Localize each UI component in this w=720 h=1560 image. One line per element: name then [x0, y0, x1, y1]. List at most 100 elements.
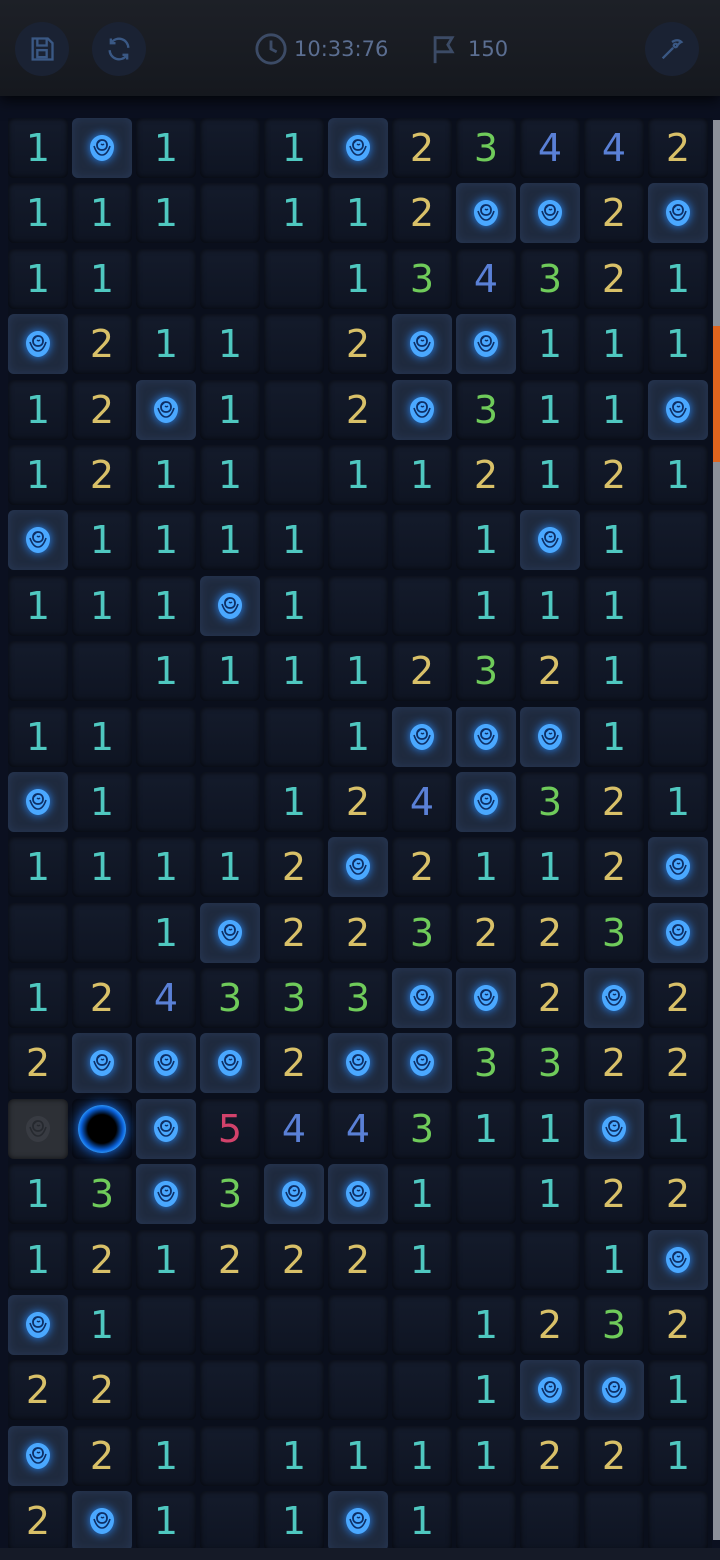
mine-cell[interactable] — [328, 1033, 388, 1094]
empty-cell[interactable] — [264, 379, 324, 440]
number-cell[interactable]: 1 — [136, 314, 196, 375]
number-cell[interactable]: 2 — [648, 118, 708, 178]
number-cell[interactable]: 2 — [456, 444, 516, 505]
number-cell[interactable]: 1 — [72, 510, 132, 571]
number-cell[interactable]: 1 — [584, 575, 644, 636]
number-cell[interactable]: 1 — [584, 379, 644, 440]
empty-cell[interactable] — [200, 1491, 260, 1552]
empty-cell[interactable] — [72, 641, 132, 702]
empty-cell[interactable] — [264, 1295, 324, 1356]
empty-cell[interactable] — [328, 575, 388, 636]
empty-cell[interactable] — [200, 1360, 260, 1421]
mine-cell[interactable] — [456, 771, 516, 832]
mine-cell[interactable] — [648, 1229, 708, 1290]
number-cell[interactable]: 1 — [72, 1295, 132, 1356]
number-cell[interactable]: 2 — [584, 248, 644, 309]
number-cell[interactable]: 4 — [328, 1098, 388, 1159]
number-cell[interactable]: 3 — [520, 771, 580, 832]
mine-cell[interactable] — [328, 1164, 388, 1225]
number-cell[interactable]: 1 — [200, 314, 260, 375]
number-cell[interactable]: 1 — [72, 706, 132, 767]
mine-cell[interactable] — [520, 183, 580, 244]
mine-cell[interactable] — [8, 1295, 68, 1356]
mine-cell[interactable] — [648, 902, 708, 963]
number-cell[interactable]: 2 — [648, 968, 708, 1029]
mine-cell[interactable] — [8, 1425, 68, 1486]
number-cell[interactable]: 1 — [584, 641, 644, 702]
mine-cell[interactable] — [72, 1491, 132, 1552]
number-cell[interactable]: 1 — [264, 118, 324, 178]
number-cell[interactable]: 1 — [648, 314, 708, 375]
number-cell[interactable]: 4 — [456, 248, 516, 309]
mine-cell[interactable] — [520, 1360, 580, 1421]
number-cell[interactable]: 1 — [648, 248, 708, 309]
number-cell[interactable]: 2 — [328, 314, 388, 375]
number-cell[interactable]: 1 — [264, 183, 324, 244]
number-cell[interactable]: 2 — [520, 641, 580, 702]
empty-cell[interactable] — [264, 314, 324, 375]
number-cell[interactable]: 1 — [392, 1229, 452, 1290]
mine-cell[interactable] — [8, 510, 68, 571]
number-cell[interactable]: 1 — [8, 706, 68, 767]
number-cell[interactable]: 1 — [328, 706, 388, 767]
empty-cell[interactable] — [648, 510, 708, 571]
number-cell[interactable]: 1 — [200, 641, 260, 702]
empty-cell[interactable] — [72, 902, 132, 963]
empty-cell[interactable] — [328, 1360, 388, 1421]
number-cell[interactable]: 2 — [72, 444, 132, 505]
number-cell[interactable]: 3 — [200, 968, 260, 1029]
number-cell[interactable]: 1 — [136, 118, 196, 178]
number-cell[interactable]: 3 — [456, 1033, 516, 1094]
mine-cell[interactable] — [200, 1033, 260, 1094]
empty-cell[interactable] — [264, 1360, 324, 1421]
number-cell[interactable]: 1 — [392, 1164, 452, 1225]
number-cell[interactable]: 2 — [264, 1033, 324, 1094]
number-cell[interactable]: 1 — [200, 444, 260, 505]
mine-cell[interactable] — [328, 837, 388, 898]
number-cell[interactable]: 2 — [72, 1360, 132, 1421]
number-cell[interactable]: 3 — [456, 379, 516, 440]
mine-cell[interactable] — [200, 902, 260, 963]
number-cell[interactable]: 1 — [584, 510, 644, 571]
mine-cell[interactable] — [456, 314, 516, 375]
mine-cell[interactable] — [392, 379, 452, 440]
number-cell[interactable]: 1 — [264, 510, 324, 571]
number-cell[interactable]: 1 — [520, 379, 580, 440]
number-cell[interactable]: 1 — [136, 575, 196, 636]
number-cell[interactable]: 2 — [584, 1164, 644, 1225]
empty-cell[interactable] — [520, 1229, 580, 1290]
number-cell[interactable]: 1 — [72, 837, 132, 898]
number-cell[interactable]: 1 — [136, 444, 196, 505]
number-cell[interactable]: 1 — [72, 575, 132, 636]
number-cell[interactable]: 1 — [392, 444, 452, 505]
number-cell[interactable]: 1 — [392, 1425, 452, 1486]
empty-cell[interactable] — [392, 1295, 452, 1356]
number-cell[interactable]: 1 — [8, 1229, 68, 1290]
mine-cell[interactable] — [584, 968, 644, 1029]
empty-cell[interactable] — [264, 706, 324, 767]
number-cell[interactable]: 1 — [8, 444, 68, 505]
number-cell[interactable]: 1 — [392, 1491, 452, 1552]
number-cell[interactable]: 1 — [200, 379, 260, 440]
mine-cell[interactable] — [136, 1098, 196, 1159]
number-cell[interactable]: 4 — [264, 1098, 324, 1159]
number-cell[interactable]: 3 — [392, 248, 452, 309]
empty-cell[interactable] — [648, 575, 708, 636]
triggered-mine-cell[interactable] — [72, 1098, 132, 1159]
number-cell[interactable]: 2 — [392, 183, 452, 244]
number-cell[interactable]: 2 — [328, 771, 388, 832]
number-cell[interactable]: 2 — [584, 837, 644, 898]
number-cell[interactable]: 2 — [520, 968, 580, 1029]
number-cell[interactable]: 1 — [648, 444, 708, 505]
mine-cell[interactable] — [648, 837, 708, 898]
empty-cell[interactable] — [456, 1164, 516, 1225]
number-cell[interactable]: 1 — [520, 575, 580, 636]
number-cell[interactable]: 1 — [456, 1360, 516, 1421]
scrollbar-thumb[interactable] — [713, 326, 720, 462]
number-cell[interactable]: 2 — [72, 968, 132, 1029]
empty-cell[interactable] — [584, 1491, 644, 1552]
mine-cell[interactable] — [456, 183, 516, 244]
mine-cell[interactable] — [456, 706, 516, 767]
number-cell[interactable]: 1 — [648, 1425, 708, 1486]
mine-cell[interactable] — [456, 968, 516, 1029]
